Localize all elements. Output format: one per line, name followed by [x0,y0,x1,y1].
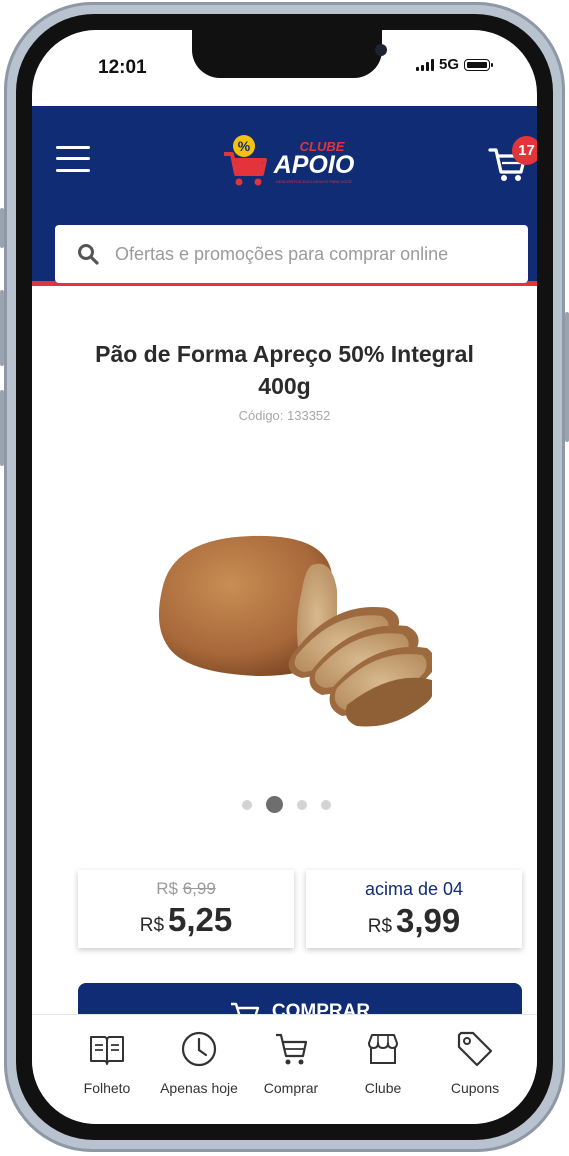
status-indicators: 5G [416,56,494,73]
tab-clube-label: Clube [364,1080,402,1096]
bulk-price-currency: R$ [367,916,393,937]
bulk-price: R$ 3,99 [306,902,522,940]
tag-icon [457,1031,493,1067]
carousel-dot[interactable] [242,799,252,810]
phone-bezel: 12:01 5G % CLUBE APOIO DESCONTOS EXCLUSI… [16,14,553,1140]
clock-icon [181,1031,217,1067]
current-price-value: 5,25 [168,901,233,938]
search-bar[interactable] [55,225,528,283]
current-price-currency: R$ [139,915,165,936]
tab-comprar-label: Comprar [263,1080,319,1096]
bulk-quantity-label: acima de 04 [364,879,464,899]
store-icon [368,1034,398,1064]
search-input[interactable] [113,242,507,266]
current-price: R$ 5,25 [78,901,294,939]
screen: 12:01 5G % CLUBE APOIO DESCONTOS EXCLUSI… [32,30,537,1124]
search-icon [78,244,99,265]
tab-comprar[interactable]: Comprar [246,1029,336,1096]
phone-frame: 12:01 5G % CLUBE APOIO DESCONTOS EXCLUSI… [0,2,569,1152]
flyer-icon [90,1036,124,1065]
notch [192,30,387,78]
volume-down-button [0,390,4,466]
hamburger-menu-icon[interactable] [56,144,90,174]
network-type: 5G [439,56,460,73]
volume-up-button [0,290,4,366]
tab-folheto-label: Folheto [83,1080,131,1096]
regular-price-card[interactable]: R$ 6,99 R$ 5,25 [78,870,294,948]
product-code: Código: 133352 [238,408,331,423]
carousel-dot-active[interactable] [266,796,283,813]
power-button [565,312,569,442]
status-time: 12:01 [98,57,147,78]
carousel-dot[interactable] [297,799,307,810]
signal-icon [416,58,434,71]
clube-apoio-logo[interactable]: % CLUBE APOIO DESCONTOS EXCLUSIVOS PARA … [222,132,362,190]
cart-count-badge: 17 [512,136,537,165]
battery-icon [464,58,494,71]
logo-tagline: DESCONTOS EXCLUSIVOS PARA VOCÊ [276,179,352,184]
cart-icon [276,1033,308,1065]
front-camera [375,44,387,56]
tab-apenas-hoje-label: Apenas hoje [160,1080,238,1096]
logo-main-text: APOIO [273,151,355,179]
action-button [0,208,4,248]
svg-text:%: % [238,138,251,154]
tab-clube[interactable]: Clube [338,1029,428,1096]
tab-cupons[interactable]: Cupons [430,1029,520,1096]
old-price: R$ 6,99 [78,879,294,899]
sliced-whole-wheat-bread-image[interactable] [142,530,432,730]
bottom-tab-bar: Folheto Apenas hoje Comprar Clube Cupons [32,1014,537,1124]
carousel-dot[interactable] [321,799,331,810]
tab-folheto[interactable]: Folheto [62,1029,152,1096]
tab-apenas-hoje[interactable]: Apenas hoje [154,1029,244,1096]
tab-cupons-label: Cupons [450,1080,500,1096]
product-title: Pão de Forma Apreço 50% Integral 400g [95,341,474,399]
shopping-cart-percent-logo: % [224,135,267,186]
bulk-price-card[interactable]: acima de 04 R$ 3,99 [306,870,522,948]
old-price-value: 6,99 [182,879,216,898]
old-price-currency: R$ [156,879,178,898]
image-carousel-dots [242,796,331,813]
app-header: % CLUBE APOIO DESCONTOS EXCLUSIVOS PARA … [32,106,537,286]
bulk-price-value: 3,99 [396,902,461,939]
